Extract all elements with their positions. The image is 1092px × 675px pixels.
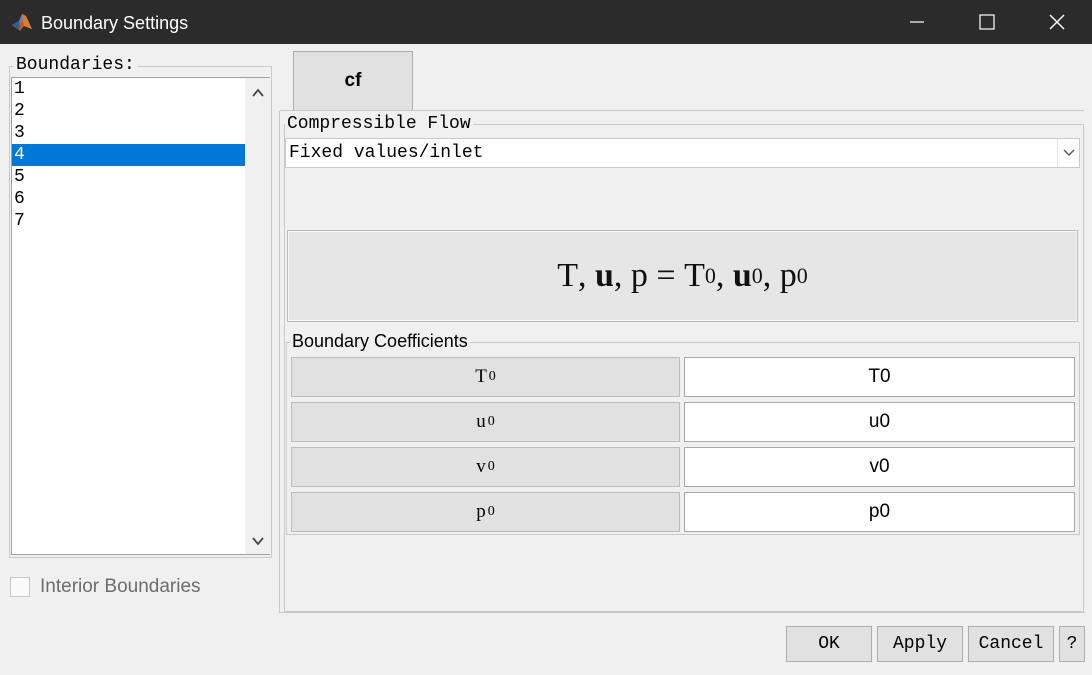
interior-boundaries-label: Interior Boundaries bbox=[40, 576, 201, 597]
close-button[interactable] bbox=[1022, 0, 1092, 44]
eq-lhs-T: T bbox=[557, 257, 578, 294]
cancel-button[interactable]: Cancel bbox=[968, 626, 1054, 662]
interior-boundaries-checkbox[interactable] bbox=[10, 577, 30, 597]
coef-label-T0: T0 bbox=[291, 357, 680, 397]
tab-cf[interactable]: cf bbox=[293, 51, 413, 111]
boundary-equation: T, u, p = T0, u0, p0 bbox=[287, 230, 1078, 322]
coef-input-T0[interactable]: T0 bbox=[684, 357, 1075, 397]
eq-rhs-p-sub: 0 bbox=[796, 263, 808, 288]
eq-lhs-p: p bbox=[630, 257, 648, 294]
list-item[interactable]: 2 bbox=[12, 100, 245, 122]
list-item[interactable]: 3 bbox=[12, 122, 245, 144]
eq-rhs-T-sub: 0 bbox=[704, 263, 716, 288]
coef-row-u0: u0 u0 bbox=[291, 402, 1076, 442]
coef-row-v0: v0 v0 bbox=[291, 447, 1076, 487]
minimize-icon bbox=[910, 21, 924, 23]
maximize-icon bbox=[979, 14, 995, 30]
maximize-button[interactable] bbox=[952, 0, 1022, 44]
eq-rhs-u-sub: 0 bbox=[751, 263, 763, 288]
boundary-condition-select[interactable]: Fixed values/inlet bbox=[285, 138, 1080, 168]
coef-input-u0[interactable]: u0 bbox=[684, 402, 1075, 442]
list-scrollbar[interactable] bbox=[245, 78, 270, 554]
boundary-coefficients-legend: Boundary Coefficients bbox=[290, 331, 470, 352]
scroll-up-icon[interactable] bbox=[251, 86, 265, 100]
coef-row-p0: p0 p0 bbox=[291, 492, 1076, 532]
matlab-logo-icon bbox=[11, 12, 33, 32]
chevron-down-icon[interactable] bbox=[1057, 139, 1079, 167]
apply-button[interactable]: Apply bbox=[877, 626, 963, 662]
coef-label-p0: p0 bbox=[291, 492, 680, 532]
eq-rhs-T: T bbox=[684, 257, 705, 294]
close-icon bbox=[1049, 14, 1065, 30]
coef-label-u0: u0 bbox=[291, 402, 680, 442]
list-item[interactable]: 6 bbox=[12, 188, 245, 210]
compressible-flow-legend: Compressible Flow bbox=[285, 114, 473, 134]
help-button[interactable]: ? bbox=[1059, 626, 1085, 662]
list-item[interactable]: 5 bbox=[12, 166, 245, 188]
boundaries-listbox[interactable]: 1 2 3 4 5 6 7 bbox=[11, 77, 270, 555]
eq-rhs-u: u bbox=[732, 257, 752, 294]
eq-lhs-u: u bbox=[594, 257, 614, 294]
title-bar: Boundary Settings bbox=[0, 0, 1092, 44]
coef-input-v0[interactable]: v0 bbox=[684, 447, 1075, 487]
coef-label-v0: v0 bbox=[291, 447, 680, 487]
coef-row-T0: T0 T0 bbox=[291, 357, 1076, 397]
list-item[interactable]: 1 bbox=[12, 78, 245, 100]
eq-rhs-p: p bbox=[779, 257, 797, 294]
boundary-condition-value: Fixed values/inlet bbox=[289, 143, 484, 163]
list-item[interactable]: 7 bbox=[12, 210, 245, 232]
coef-input-p0[interactable]: p0 bbox=[684, 492, 1075, 532]
window-title: Boundary Settings bbox=[41, 13, 189, 33]
list-item-selected[interactable]: 4 bbox=[12, 144, 245, 166]
boundaries-legend: Boundaries: bbox=[14, 55, 137, 75]
scroll-down-icon[interactable] bbox=[251, 534, 265, 548]
minimize-button[interactable] bbox=[882, 0, 952, 44]
ok-button[interactable]: OK bbox=[786, 626, 872, 662]
